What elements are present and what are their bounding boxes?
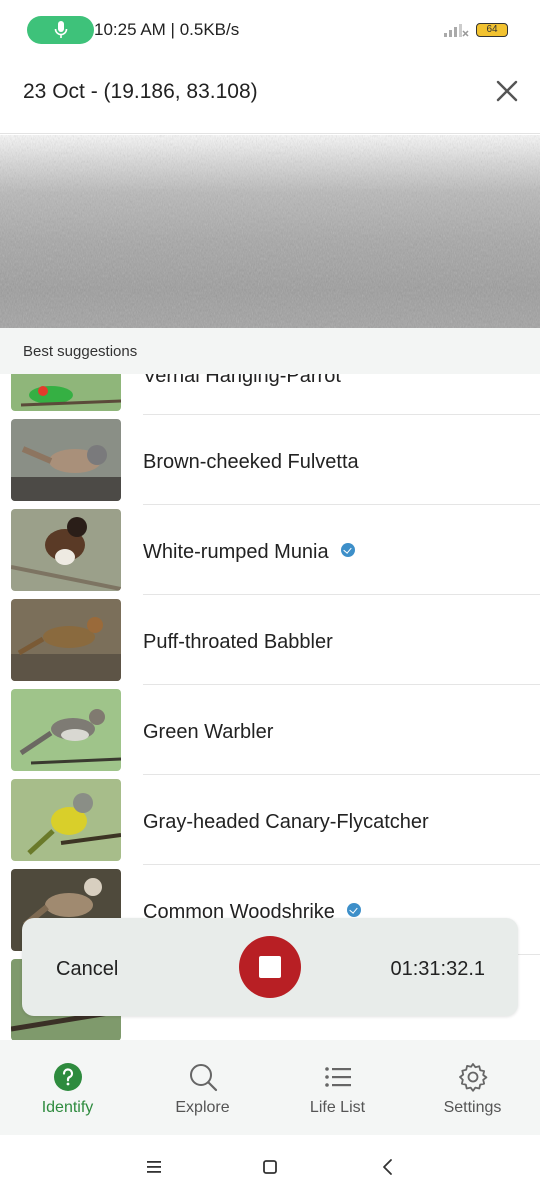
help-circle-icon <box>53 1063 82 1091</box>
list-item[interactable]: Puff-throated Babbler <box>0 595 540 685</box>
nav-life-list[interactable]: Life List <box>270 1040 405 1135</box>
species-name: Puff-throated Babbler <box>143 631 333 653</box>
species-name: Gray-headed Canary-Flycatcher <box>143 811 429 833</box>
status-bar: 10:25 AM | 0.5KB/s 64 <box>0 0 540 62</box>
list-item[interactable]: White-rumped Munia <box>0 505 540 595</box>
gear-icon <box>458 1063 487 1092</box>
species-photo <box>11 689 121 771</box>
species-photo <box>11 419 121 501</box>
stop-recording-button[interactable] <box>239 936 301 998</box>
species-photo <box>11 374 121 411</box>
back-icon[interactable] <box>378 1157 398 1177</box>
species-name: Vernal Hanging-Parrot <box>143 374 341 387</box>
species-name-text: White-rumped Munia <box>143 541 329 563</box>
species-name: Brown-cheeked Fulvetta <box>143 451 359 473</box>
species-photo <box>11 509 121 591</box>
cancel-button[interactable]: Cancel <box>56 958 118 981</box>
suggestions-header: Best suggestions <box>0 328 540 374</box>
battery-icon: 64 <box>476 23 508 37</box>
spectrogram <box>0 135 540 328</box>
app-header: 23 Oct - (19.186, 83.108) <box>0 62 540 134</box>
list-icon <box>324 1067 351 1087</box>
suggestions-heading: Best suggestions <box>23 343 138 360</box>
search-icon <box>189 1064 217 1092</box>
species-name: White-rumped Munia <box>143 541 355 564</box>
recording-timer: 01:31:32.1 <box>390 958 485 980</box>
recording-panel: Cancel 01:31:32.1 <box>22 918 518 1016</box>
system-navigation-bar <box>0 1135 540 1200</box>
signal-icon <box>444 24 469 37</box>
status-time-speed: 10:25 AM | 0.5KB/s <box>94 20 240 39</box>
bottom-navigation: Identify Explore Life List Settings <box>0 1040 540 1135</box>
nav-label: Identify <box>41 1099 94 1116</box>
home-icon[interactable] <box>260 1157 280 1177</box>
page-title: 23 Oct - (19.186, 83.108) <box>23 80 258 103</box>
nav-identify[interactable]: Identify <box>0 1040 135 1135</box>
list-item[interactable]: Brown-cheeked Fulvetta <box>0 415 540 505</box>
nav-explore[interactable]: Explore <box>135 1040 270 1135</box>
verified-icon <box>346 903 361 917</box>
app-screen: 10:25 AM | 0.5KB/s 64 23 Oct - (19.186, … <box>0 0 540 1200</box>
species-name: Green Warbler <box>143 721 274 743</box>
nav-label: Explore <box>175 1099 230 1116</box>
nav-label: Settings <box>443 1099 502 1116</box>
verified-icon <box>340 543 355 557</box>
recording-indicator-pill[interactable] <box>27 16 94 44</box>
species-photo <box>11 779 121 861</box>
menu-icon[interactable] <box>144 1157 164 1177</box>
species-photo <box>11 599 121 681</box>
list-item[interactable]: Green Warbler <box>0 685 540 775</box>
nav-settings[interactable]: Settings <box>405 1040 540 1135</box>
list-item[interactable]: Gray-headed Canary-Flycatcher <box>0 775 540 865</box>
close-icon[interactable] <box>490 74 524 108</box>
spectrogram-noise <box>0 135 540 328</box>
nav-label: Life List <box>309 1099 366 1116</box>
list-item[interactable]: Vernal Hanging-Parrot <box>0 374 540 415</box>
mic-icon <box>54 21 67 38</box>
